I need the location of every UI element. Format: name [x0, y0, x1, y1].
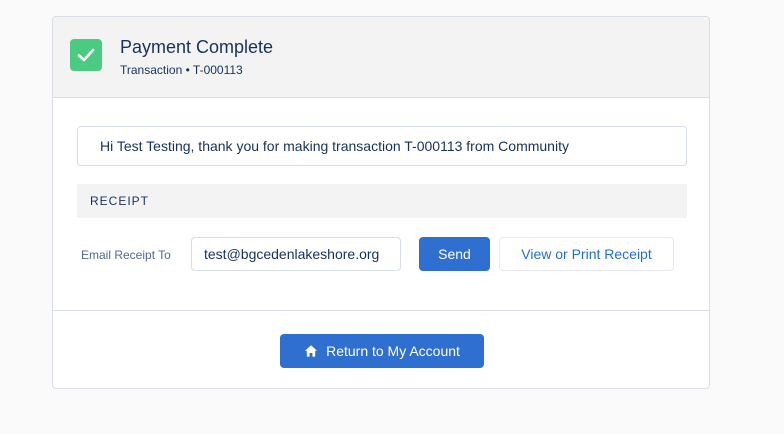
- email-receipt-input[interactable]: [191, 237, 401, 271]
- page-title: Payment Complete: [120, 37, 274, 57]
- payment-confirmation-card: Payment Complete Transaction • T-000113 …: [52, 16, 710, 389]
- return-to-account-button[interactable]: Return to My Account: [280, 334, 484, 368]
- success-status-badge: [70, 39, 102, 71]
- return-to-account-label: Return to My Account: [326, 343, 460, 359]
- email-receipt-label: Email Receipt To: [81, 248, 171, 262]
- receipt-section-header: RECEIPT: [77, 184, 687, 218]
- transaction-subtitle: Transaction • T-000113: [120, 63, 243, 77]
- view-print-receipt-button[interactable]: View or Print Receipt: [499, 237, 674, 271]
- thank-you-message: Hi Test Testing, thank you for making tr…: [77, 126, 687, 166]
- card-header: Payment Complete Transaction • T-000113: [53, 17, 709, 98]
- home-icon: [305, 345, 318, 357]
- check-icon: [77, 48, 95, 62]
- footer-divider: [53, 310, 709, 311]
- send-receipt-button[interactable]: Send: [419, 237, 490, 271]
